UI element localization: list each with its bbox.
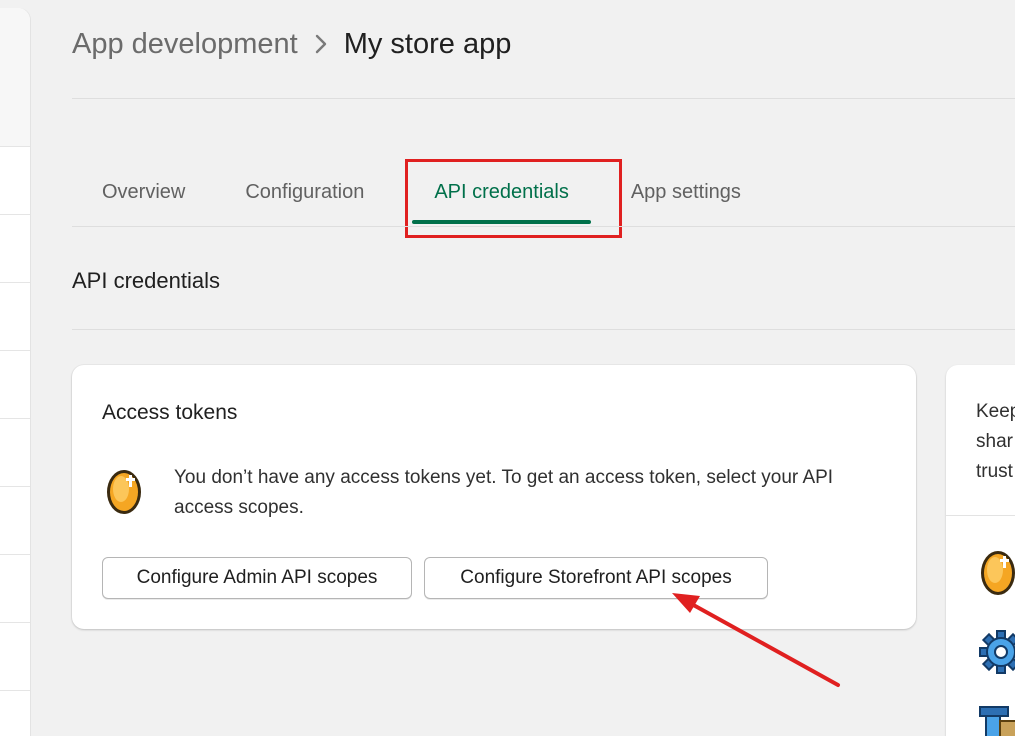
configure-storefront-api-scopes-button[interactable]: Configure Storefront API scopes xyxy=(424,557,768,599)
gear-icon xyxy=(979,630,1015,674)
coin-icon xyxy=(107,470,141,514)
chevron-right-icon xyxy=(298,33,344,55)
sidebar-item[interactable] xyxy=(0,214,30,282)
card-title: Access tokens xyxy=(102,401,238,424)
sidebar-item[interactable] xyxy=(0,146,30,214)
tab-overview[interactable]: Overview xyxy=(72,160,215,224)
breadcrumb: App development My store app xyxy=(72,24,511,64)
side-card-divider xyxy=(946,515,1015,516)
tab-app-settings[interactable]: App settings xyxy=(609,160,771,224)
empty-state-message: You don’t have any access tokens yet. To… xyxy=(174,467,834,518)
side-info-line: trust xyxy=(976,461,1013,482)
tab-configuration[interactable]: Configuration xyxy=(215,160,394,224)
section-title: API credentials xyxy=(72,268,220,293)
side-info-line: Keep xyxy=(976,401,1015,422)
app-page: App development My store app Overview Co… xyxy=(0,0,1015,736)
sidebar-item[interactable] xyxy=(0,282,30,350)
sidebar-item[interactable] xyxy=(0,486,30,554)
side-info-text: Keep shar trust xyxy=(976,397,1015,487)
configure-admin-api-scopes-button[interactable]: Configure Admin API scopes xyxy=(102,557,412,599)
sidebar-header xyxy=(0,8,30,146)
sidebar-item[interactable] xyxy=(0,622,30,690)
access-tokens-card: Access tokens You don’t have any access … xyxy=(72,365,916,629)
header-divider xyxy=(72,98,1015,99)
coin-icon xyxy=(981,551,1015,595)
side-info-line: shar xyxy=(976,431,1013,452)
tabs-divider xyxy=(72,226,1015,227)
section-divider xyxy=(72,329,1015,330)
sidebar-item[interactable] xyxy=(0,350,30,418)
side-info-card: Keep shar trust xyxy=(946,365,1015,736)
page-title: My store app xyxy=(343,27,512,60)
breadcrumb-parent-link[interactable]: App development xyxy=(72,28,298,61)
building-icon xyxy=(979,706,1015,736)
sidebar-item[interactable] xyxy=(0,418,30,486)
sidebar-item[interactable] xyxy=(0,554,30,622)
sidebar-item[interactable] xyxy=(0,690,30,736)
sidebar xyxy=(0,8,30,736)
